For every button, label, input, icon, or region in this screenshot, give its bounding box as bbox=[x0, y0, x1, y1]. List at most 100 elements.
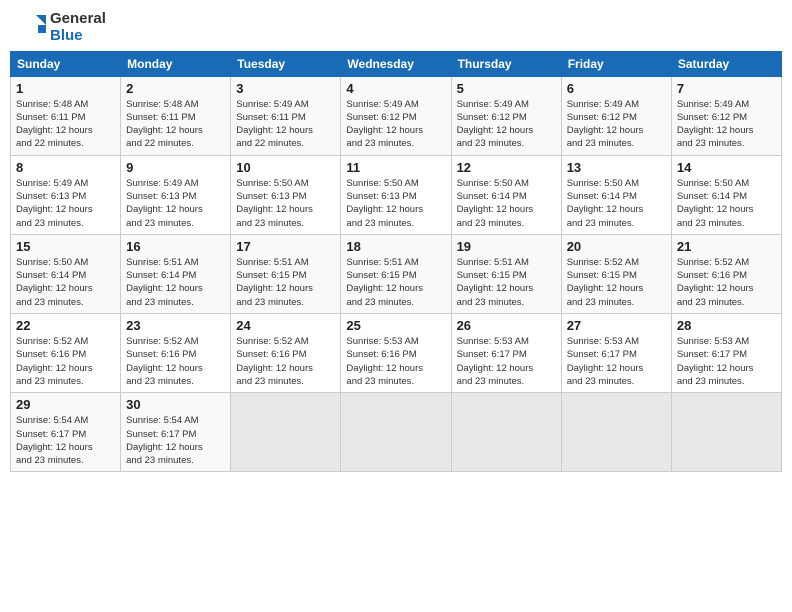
logo-blue: Blue bbox=[50, 27, 106, 44]
calendar-cell: 12 Sunrise: 5:50 AM Sunset: 6:14 PM Dayli… bbox=[451, 155, 561, 234]
day-info: Sunrise: 5:50 AM Sunset: 6:13 PM Dayligh… bbox=[346, 177, 445, 230]
day-number: 18 bbox=[346, 239, 445, 254]
calendar-week-row: 1 Sunrise: 5:48 AM Sunset: 6:11 PM Daylig… bbox=[11, 76, 782, 155]
calendar-cell: 10 Sunrise: 5:50 AM Sunset: 6:13 PM Dayli… bbox=[231, 155, 341, 234]
calendar-cell: 11 Sunrise: 5:50 AM Sunset: 6:13 PM Dayli… bbox=[341, 155, 451, 234]
logo-general: General bbox=[50, 10, 106, 27]
day-number: 29 bbox=[16, 397, 115, 412]
day-info: Sunrise: 5:50 AM Sunset: 6:14 PM Dayligh… bbox=[567, 177, 666, 230]
calendar-cell: 19 Sunrise: 5:51 AM Sunset: 6:15 PM Dayli… bbox=[451, 234, 561, 313]
calendar-cell: 6Sunrise: 5:49 AM Sunset: 6:12 PM Daylig… bbox=[561, 76, 671, 155]
day-info: Sunrise: 5:54 AM Sunset: 6:17 PM Dayligh… bbox=[126, 414, 225, 467]
calendar-cell bbox=[341, 393, 451, 472]
day-info: Sunrise: 5:49 AM Sunset: 6:12 PM Dayligh… bbox=[346, 98, 445, 151]
calendar-table: SundayMondayTuesdayWednesdayThursdayFrid… bbox=[10, 51, 782, 473]
calendar-cell: 20 Sunrise: 5:52 AM Sunset: 6:15 PM Dayli… bbox=[561, 234, 671, 313]
calendar-cell: 14 Sunrise: 5:50 AM Sunset: 6:14 PM Dayli… bbox=[671, 155, 781, 234]
day-number: 30 bbox=[126, 397, 225, 412]
calendar-cell bbox=[451, 393, 561, 472]
day-of-week-header: Friday bbox=[561, 51, 671, 76]
day-info: Sunrise: 5:52 AM Sunset: 6:15 PM Dayligh… bbox=[567, 256, 666, 309]
day-of-week-header: Wednesday bbox=[341, 51, 451, 76]
day-info: Sunrise: 5:53 AM Sunset: 6:17 PM Dayligh… bbox=[567, 335, 666, 388]
day-number: 20 bbox=[567, 239, 666, 254]
calendar-week-row: 8 Sunrise: 5:49 AM Sunset: 6:13 PM Daylig… bbox=[11, 155, 782, 234]
day-info: Sunrise: 5:49 AM Sunset: 6:12 PM Dayligh… bbox=[677, 98, 776, 151]
day-info: Sunrise: 5:51 AM Sunset: 6:15 PM Dayligh… bbox=[236, 256, 335, 309]
day-number: 3 bbox=[236, 81, 335, 96]
day-info: Sunrise: 5:54 AM Sunset: 6:17 PM Dayligh… bbox=[16, 414, 115, 467]
day-number: 25 bbox=[346, 318, 445, 333]
day-number: 5 bbox=[457, 81, 556, 96]
calendar-cell: 23 Sunrise: 5:52 AM Sunset: 6:16 PM Dayli… bbox=[121, 314, 231, 393]
day-info: Sunrise: 5:50 AM Sunset: 6:14 PM Dayligh… bbox=[677, 177, 776, 230]
day-number: 10 bbox=[236, 160, 335, 175]
day-number: 22 bbox=[16, 318, 115, 333]
day-of-week-header: Tuesday bbox=[231, 51, 341, 76]
calendar-cell: 9Sunrise: 5:49 AM Sunset: 6:13 PM Daylig… bbox=[121, 155, 231, 234]
calendar-week-row: 22 Sunrise: 5:52 AM Sunset: 6:16 PM Dayli… bbox=[11, 314, 782, 393]
day-info: Sunrise: 5:48 AM Sunset: 6:11 PM Dayligh… bbox=[126, 98, 225, 151]
day-number: 16 bbox=[126, 239, 225, 254]
day-info: Sunrise: 5:53 AM Sunset: 6:17 PM Dayligh… bbox=[457, 335, 556, 388]
calendar-cell: 28Sunrise: 5:53 AM Sunset: 6:17 PM Dayli… bbox=[671, 314, 781, 393]
day-info: Sunrise: 5:50 AM Sunset: 6:13 PM Dayligh… bbox=[236, 177, 335, 230]
day-info: Sunrise: 5:52 AM Sunset: 6:16 PM Dayligh… bbox=[126, 335, 225, 388]
day-number: 8 bbox=[16, 160, 115, 175]
calendar-cell: 7 Sunrise: 5:49 AM Sunset: 6:12 PM Daylig… bbox=[671, 76, 781, 155]
calendar-week-row: 29 Sunrise: 5:54 AM Sunset: 6:17 PM Dayli… bbox=[11, 393, 782, 472]
day-number: 11 bbox=[346, 160, 445, 175]
day-number: 7 bbox=[677, 81, 776, 96]
calendar-cell: 4 Sunrise: 5:49 AM Sunset: 6:12 PM Daylig… bbox=[341, 76, 451, 155]
day-info: Sunrise: 5:49 AM Sunset: 6:12 PM Dayligh… bbox=[567, 98, 666, 151]
calendar-cell: 29 Sunrise: 5:54 AM Sunset: 6:17 PM Dayli… bbox=[11, 393, 121, 472]
calendar-header-row: SundayMondayTuesdayWednesdayThursdayFrid… bbox=[11, 51, 782, 76]
calendar-cell: 30 Sunrise: 5:54 AM Sunset: 6:17 PM Dayli… bbox=[121, 393, 231, 472]
day-info: Sunrise: 5:49 AM Sunset: 6:11 PM Dayligh… bbox=[236, 98, 335, 151]
day-number: 14 bbox=[677, 160, 776, 175]
day-of-week-header: Saturday bbox=[671, 51, 781, 76]
calendar-cell bbox=[231, 393, 341, 472]
calendar-cell: 27 Sunrise: 5:53 AM Sunset: 6:17 PM Dayli… bbox=[561, 314, 671, 393]
calendar-cell: 8 Sunrise: 5:49 AM Sunset: 6:13 PM Daylig… bbox=[11, 155, 121, 234]
calendar-cell: 15Sunrise: 5:50 AM Sunset: 6:14 PM Dayli… bbox=[11, 234, 121, 313]
day-info: Sunrise: 5:51 AM Sunset: 6:14 PM Dayligh… bbox=[126, 256, 225, 309]
calendar-cell: 2 Sunrise: 5:48 AM Sunset: 6:11 PM Daylig… bbox=[121, 76, 231, 155]
day-info: Sunrise: 5:48 AM Sunset: 6:11 PM Dayligh… bbox=[16, 98, 115, 151]
day-info: Sunrise: 5:50 AM Sunset: 6:14 PM Dayligh… bbox=[457, 177, 556, 230]
day-number: 24 bbox=[236, 318, 335, 333]
calendar-week-row: 15Sunrise: 5:50 AM Sunset: 6:14 PM Dayli… bbox=[11, 234, 782, 313]
logo-graphic bbox=[18, 13, 46, 41]
calendar-cell bbox=[671, 393, 781, 472]
day-number: 26 bbox=[457, 318, 556, 333]
day-info: Sunrise: 5:52 AM Sunset: 6:16 PM Dayligh… bbox=[677, 256, 776, 309]
day-number: 23 bbox=[126, 318, 225, 333]
day-number: 1 bbox=[16, 81, 115, 96]
calendar-cell: 3 Sunrise: 5:49 AM Sunset: 6:11 PM Daylig… bbox=[231, 76, 341, 155]
calendar-cell: 21 Sunrise: 5:52 AM Sunset: 6:16 PM Dayli… bbox=[671, 234, 781, 313]
day-number: 21 bbox=[677, 239, 776, 254]
day-info: Sunrise: 5:53 AM Sunset: 6:16 PM Dayligh… bbox=[346, 335, 445, 388]
day-info: Sunrise: 5:49 AM Sunset: 6:13 PM Dayligh… bbox=[16, 177, 115, 230]
calendar-cell: 13 Sunrise: 5:50 AM Sunset: 6:14 PM Dayli… bbox=[561, 155, 671, 234]
day-number: 15 bbox=[16, 239, 115, 254]
day-number: 12 bbox=[457, 160, 556, 175]
day-number: 13 bbox=[567, 160, 666, 175]
day-number: 19 bbox=[457, 239, 556, 254]
day-info: Sunrise: 5:49 AM Sunset: 6:13 PM Dayligh… bbox=[126, 177, 225, 230]
day-of-week-header: Sunday bbox=[11, 51, 121, 76]
day-number: 27 bbox=[567, 318, 666, 333]
header: GeneralBlue bbox=[10, 10, 782, 45]
calendar-cell: 1 Sunrise: 5:48 AM Sunset: 6:11 PM Daylig… bbox=[11, 76, 121, 155]
day-number: 4 bbox=[346, 81, 445, 96]
day-info: Sunrise: 5:51 AM Sunset: 6:15 PM Dayligh… bbox=[346, 256, 445, 309]
day-number: 2 bbox=[126, 81, 225, 96]
calendar-cell: 26 Sunrise: 5:53 AM Sunset: 6:17 PM Dayli… bbox=[451, 314, 561, 393]
day-of-week-header: Monday bbox=[121, 51, 231, 76]
day-info: Sunrise: 5:51 AM Sunset: 6:15 PM Dayligh… bbox=[457, 256, 556, 309]
day-number: 28 bbox=[677, 318, 776, 333]
logo: GeneralBlue bbox=[18, 10, 106, 45]
calendar-cell: 22Sunrise: 5:52 AM Sunset: 6:16 PM Dayli… bbox=[11, 314, 121, 393]
calendar-cell: 16 Sunrise: 5:51 AM Sunset: 6:14 PM Dayli… bbox=[121, 234, 231, 313]
calendar-cell: 24Sunrise: 5:52 AM Sunset: 6:16 PM Dayli… bbox=[231, 314, 341, 393]
